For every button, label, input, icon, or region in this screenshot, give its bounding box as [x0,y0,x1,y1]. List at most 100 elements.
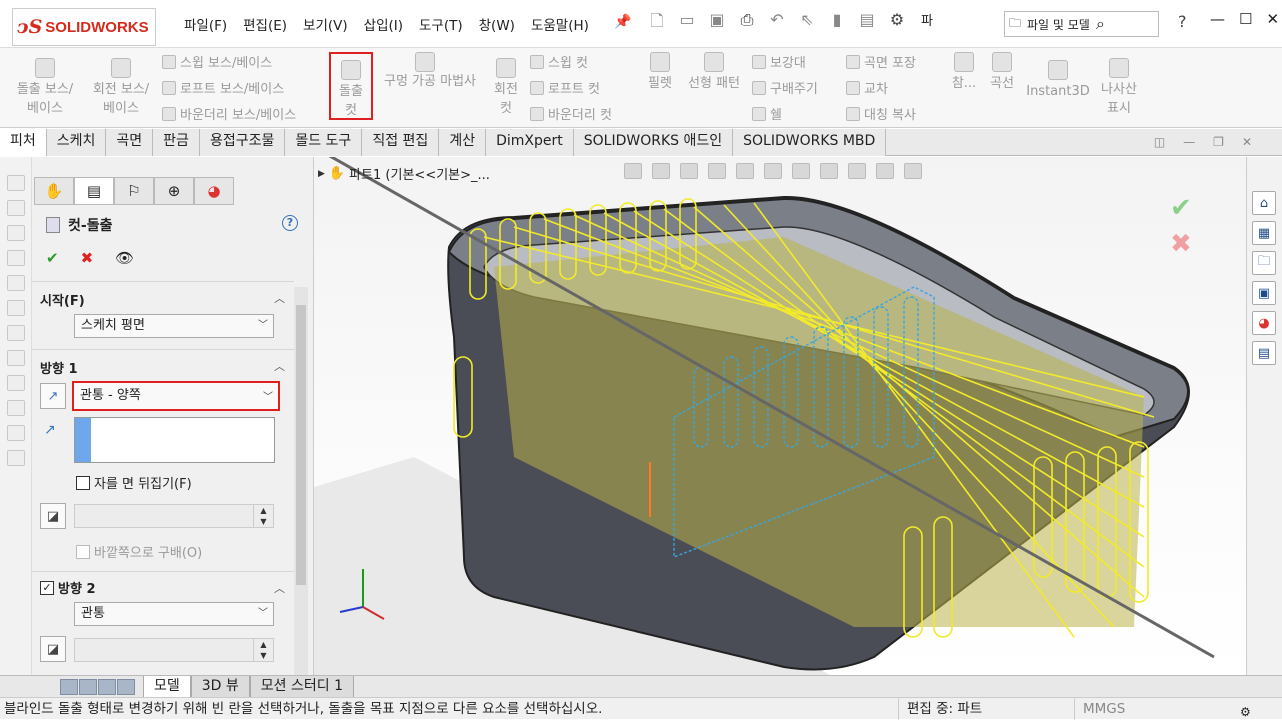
toolbar-item-icon[interactable] [7,250,25,266]
tab-sheet-metal[interactable]: 판금 [153,129,200,156]
tab-sketch[interactable]: 스케치 [46,129,107,156]
confirm-cancel-x-icon[interactable]: ✖ [1170,229,1192,259]
direction2-draft-icon[interactable]: ◪ [40,636,66,662]
mirror-button[interactable]: 대칭 복사 [846,104,916,123]
draft-outward-checkbox-box[interactable] [76,544,90,559]
view-palette-icon[interactable]: ▣ [1252,281,1276,305]
loft-cut-button[interactable]: 로프트 컷 [530,78,600,97]
fillet-button[interactable]: 필렛 [640,52,680,93]
tab-motion-study[interactable]: 모션 스터디 1 [249,676,355,698]
revolve-cut-button[interactable]: 회전 컷 [488,58,524,118]
draft-outward-checkbox[interactable]: 바깥쪽으로 구배(O) [76,542,202,561]
toolbar-item-icon[interactable] [7,275,25,291]
prev-tab-icon[interactable] [79,678,97,695]
toolbar-item-icon[interactable] [7,300,25,316]
pm-scrollbar[interactable] [294,287,308,675]
minimize-icon[interactable]: — [1210,10,1225,28]
pm-help-icon[interactable]: ? [282,215,298,231]
close-doc-icon[interactable]: ✕ [1242,135,1252,149]
end-condition-combo[interactable]: 관통 - 양쪽 ﹀ [72,381,280,411]
cosmetic-thread-button[interactable]: 나사산 표시 [1096,58,1142,118]
toolbar-item-icon[interactable] [7,200,25,216]
shell-button[interactable]: 쉘 [752,104,782,123]
tab-3d-view[interactable]: 3D 뷰 [190,676,250,698]
curves-button[interactable]: 곡선 [984,52,1020,93]
tab-surfaces[interactable]: 곡면 [106,129,154,156]
draft-button[interactable]: 구배주기 [752,78,818,97]
from-header[interactable]: 시작(F) [40,290,85,309]
search-icon[interactable]: ⌕ [1096,14,1105,34]
instant3d-button[interactable]: Instant3D [1026,60,1090,101]
tab-model[interactable]: 모델 [143,676,191,698]
tab-solidworks-addins[interactable]: SOLIDWORKS 애드인 [573,129,734,156]
feature-manager-tab-icon[interactable]: ✋ [34,177,74,205]
spinner-arrows-icon[interactable]: ▲ ▼ [253,639,273,661]
direction1-header[interactable]: 방향 1 [40,358,78,377]
extrude-cut-button[interactable]: 돌출 컷 [329,52,373,120]
tab-direct-editing[interactable]: 직접 편집 [362,129,440,156]
extrude-boss-button[interactable]: 돌출 보스/ 베이스 [8,58,82,118]
tab-dimxpert[interactable]: DimXpert [486,129,574,156]
direction2-checkbox[interactable]: ✓ 방향 2 [40,578,96,597]
edit-appearance-icon[interactable] [848,163,866,179]
appearances-icon[interactable]: ◕ [1252,311,1276,335]
cancel-x-icon[interactable]: ✖ [81,249,94,267]
feature-tree-flyout[interactable]: ▶ ✋ 파트1 (기본<<기본>_... [318,164,490,183]
section-view-icon[interactable] [708,163,726,179]
direction2-end-condition-combo[interactable]: 관통 ﹀ [74,602,274,626]
hole-wizard-button[interactable]: 구멍 가공 마법사 [376,72,484,91]
linear-pattern-button[interactable]: 선형 패턴 [682,52,746,93]
preview-eye-icon[interactable]: 👁 [115,249,134,267]
menu-tools[interactable]: 도구(T) [411,14,471,34]
rib-button[interactable]: 보강대 [752,52,806,71]
toolbar-item-icon[interactable] [7,225,25,241]
first-tab-icon[interactable] [60,678,78,695]
open-icon[interactable]: ▭ [676,10,698,37]
previous-view-icon[interactable] [680,163,698,179]
help-button[interactable]: ? [1178,12,1187,31]
restore-doc-icon[interactable]: ◫ [1154,135,1165,149]
toolbar-item-icon[interactable] [7,400,25,416]
zoom-fit-icon[interactable] [624,163,642,179]
flip-side-checkbox[interactable]: 자를 면 뒤집기(F) [76,473,192,492]
pm-scrollbar-thumb[interactable] [296,305,306,585]
toolbar-item-icon[interactable] [7,375,25,391]
search-box[interactable]: 🗀 파일 및 모델 ⌕ [1004,11,1159,37]
save-icon[interactable]: ▣ [706,10,728,37]
from-combo[interactable]: 스케치 평면 ﹀ [74,314,274,338]
file-properties-icon[interactable]: ▤ [856,10,878,37]
collapse-caret-icon[interactable]: ︿ [274,358,285,374]
reverse-direction-icon[interactable]: ↗ [40,383,66,409]
menu-file[interactable]: 파일(F) [176,14,235,34]
next-tab-icon[interactable] [98,678,116,695]
flip-side-checkbox-box[interactable] [76,475,90,490]
custom-properties-icon[interactable]: ▤ [1252,341,1276,365]
print-icon[interactable]: ⎙ [736,10,758,37]
sweep-cut-button[interactable]: 스윕 컷 [530,52,588,71]
loft-boss-button[interactable]: 로프트 보스/베이스 [162,78,284,97]
rebuild-icon[interactable]: ▮ [826,10,848,37]
intersect-button[interactable]: 교차 [846,78,888,97]
dynamic-annotation-icon[interactable] [736,163,754,179]
ok-check-icon[interactable]: ✔ [46,249,59,267]
expand-caret-icon[interactable]: ▶ [318,169,325,179]
toolbar-item-icon[interactable] [7,425,25,441]
collapse-caret-icon[interactable]: ︿ [274,290,285,306]
maximize-icon[interactable]: ☐ [1239,10,1252,28]
display-style-icon[interactable] [792,163,810,179]
quick-tips-icon[interactable]: ⚙ [1240,701,1251,723]
direction2-check-icon[interactable]: ✓ [40,580,54,595]
reference-geometry-button[interactable]: 참... [946,52,982,93]
draft-angle-input[interactable]: ▲ ▼ [74,504,274,528]
tab-weldments[interactable]: 용접구조물 [199,129,286,156]
home-icon[interactable]: ⌂ [1252,191,1276,215]
select-icon[interactable]: ⇖ [796,10,818,37]
boundary-boss-button[interactable]: 바운더리 보스/베이스 [162,104,296,123]
quickbar-label[interactable]: 파 [916,10,938,37]
graphics-viewport[interactable]: ▶ ✋ 파트1 (기본<<기본>_... ✔ ✖ [314,157,1246,675]
minimize-doc-icon[interactable]: — [1183,135,1195,149]
tab-evaluate[interactable]: 계산 [439,129,487,156]
dimxpert-manager-tab-icon[interactable]: ⊕ [154,177,194,205]
options-gear-icon[interactable]: ⚙ [886,10,908,37]
sweep-boss-button[interactable]: 스윕 보스/베이스 [162,52,272,71]
